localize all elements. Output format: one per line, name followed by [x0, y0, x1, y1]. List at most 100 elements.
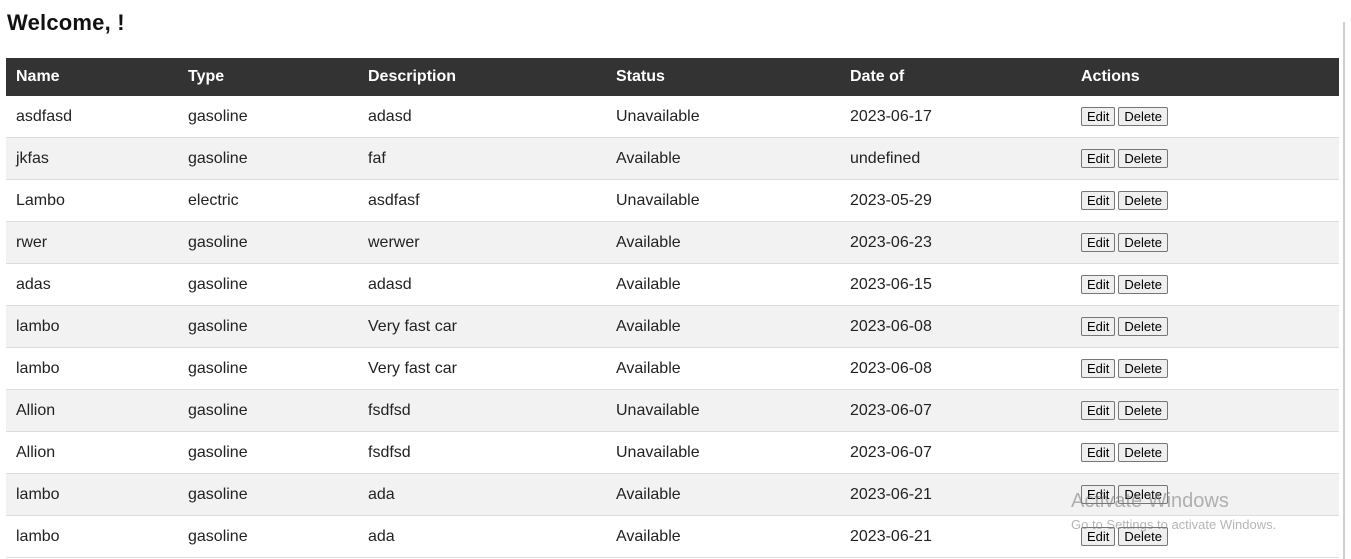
cell-date: 2023-06-07 [840, 431, 1071, 474]
page: Welcome, ! Name Type Description Status … [0, 0, 1351, 559]
column-header-name: Name [6, 58, 178, 96]
cell-status: Available [606, 137, 840, 180]
cell-type: gasoline [178, 389, 358, 432]
cell-type: gasoline [178, 515, 358, 558]
scrollbar-track[interactable] [1343, 22, 1345, 559]
cell-date: 2023-06-17 [840, 96, 1071, 138]
delete-button[interactable]: Delete [1118, 317, 1168, 336]
edit-button[interactable]: Edit [1081, 107, 1116, 126]
cell-name: Lambo [6, 179, 178, 222]
cell-status: Available [606, 221, 840, 264]
cell-date: 2023-05-29 [840, 179, 1071, 222]
edit-button[interactable]: Edit [1081, 317, 1116, 336]
cell-date: 2023-06-21 [840, 515, 1071, 558]
column-header-type: Type [178, 58, 358, 96]
table-body: asdfasd gasoline adasd Unavailable 2023-06-1… [6, 96, 1339, 558]
cell-type: gasoline [178, 305, 358, 348]
edit-button[interactable]: Edit [1081, 191, 1116, 210]
cell-description: adasd [358, 263, 606, 306]
edit-button[interactable]: Edit [1081, 149, 1116, 168]
cell-type: gasoline [178, 347, 358, 390]
edit-button[interactable]: Edit [1081, 233, 1116, 252]
cell-status: Available [606, 305, 840, 348]
column-header-date: Date of [840, 58, 1071, 96]
edit-button[interactable]: Edit [1081, 485, 1116, 504]
cell-actions: Edit Delete [1071, 515, 1339, 558]
table-row: asdfasd gasoline adasd Unavailable 2023-06-1… [6, 96, 1339, 138]
cell-name: Allion [6, 431, 178, 474]
cell-date: undefined [840, 137, 1071, 180]
cell-name: adas [6, 263, 178, 306]
table-row: Lambo electric asdfasf Unavailable 2023-05-2… [6, 179, 1339, 222]
column-header-description: Description [358, 58, 606, 96]
delete-button[interactable]: Delete [1118, 191, 1168, 210]
table-row: lambo gasoline ada Available 2023-06-21 Edit D… [6, 473, 1339, 516]
cell-description: asdfasf [358, 179, 606, 222]
table-row: jkfas gasoline faf Available undefined Edit De… [6, 137, 1339, 180]
cell-date: 2023-06-15 [840, 263, 1071, 306]
table-row: lambo gasoline ada Available 2023-06-21 Edit D… [6, 515, 1339, 558]
cell-type: gasoline [178, 96, 358, 138]
vehicle-table: Name Type Description Status Date of Act… [6, 58, 1339, 558]
delete-button[interactable]: Delete [1118, 359, 1168, 378]
cell-status: Available [606, 263, 840, 306]
vertical-scrollbar[interactable] [1339, 0, 1351, 559]
cell-status: Available [606, 515, 840, 558]
cell-description: fsdfsd [358, 431, 606, 474]
cell-name: lambo [6, 347, 178, 390]
delete-button[interactable]: Delete [1118, 485, 1168, 504]
edit-button[interactable]: Edit [1081, 275, 1116, 294]
cell-type: gasoline [178, 221, 358, 264]
cell-date: 2023-06-21 [840, 473, 1071, 516]
cell-type: gasoline [178, 137, 358, 180]
table-row: lambo gasoline Very fast car Available 2023-… [6, 347, 1339, 390]
cell-type: electric [178, 179, 358, 222]
cell-actions: Edit Delete [1071, 347, 1339, 390]
edit-button[interactable]: Edit [1081, 527, 1116, 546]
cell-name: rwer [6, 221, 178, 264]
table-row: adas gasoline adasd Available 2023-06-15 Edit… [6, 263, 1339, 306]
cell-name: Allion [6, 389, 178, 432]
cell-actions: Edit Delete [1071, 431, 1339, 474]
cell-description: Very fast car [358, 347, 606, 390]
cell-type: gasoline [178, 431, 358, 474]
delete-button[interactable]: Delete [1118, 275, 1168, 294]
cell-description: adasd [358, 96, 606, 138]
cell-name: jkfas [6, 137, 178, 180]
cell-actions: Edit Delete [1071, 179, 1339, 222]
delete-button[interactable]: Delete [1118, 149, 1168, 168]
delete-button[interactable]: Delete [1118, 107, 1168, 126]
cell-actions: Edit Delete [1071, 305, 1339, 348]
table-header-row: Name Type Description Status Date of Act… [6, 58, 1339, 96]
cell-status: Unavailable [606, 179, 840, 222]
cell-type: gasoline [178, 473, 358, 516]
cell-name: lambo [6, 305, 178, 348]
column-header-status: Status [606, 58, 840, 96]
cell-actions: Edit Delete [1071, 473, 1339, 516]
cell-name: asdfasd [6, 96, 178, 138]
cell-actions: Edit Delete [1071, 137, 1339, 180]
table-row: lambo gasoline Very fast car Available 2023-… [6, 305, 1339, 348]
delete-button[interactable]: Delete [1118, 401, 1168, 420]
cell-actions: Edit Delete [1071, 96, 1339, 138]
cell-actions: Edit Delete [1071, 221, 1339, 264]
edit-button[interactable]: Edit [1081, 443, 1116, 462]
cell-date: 2023-06-08 [840, 305, 1071, 348]
edit-button[interactable]: Edit [1081, 359, 1116, 378]
cell-description: Very fast car [358, 305, 606, 348]
cell-status: Unavailable [606, 389, 840, 432]
cell-date: 2023-06-23 [840, 221, 1071, 264]
table-row: Allion gasoline fsdfsd Unavailable 2023-06-0… [6, 389, 1339, 432]
cell-status: Unavailable [606, 431, 840, 474]
cell-status: Available [606, 347, 840, 390]
cell-description: fsdfsd [358, 389, 606, 432]
edit-button[interactable]: Edit [1081, 401, 1116, 420]
delete-button[interactable]: Delete [1118, 527, 1168, 546]
cell-date: 2023-06-07 [840, 389, 1071, 432]
column-header-actions: Actions [1071, 58, 1339, 96]
delete-button[interactable]: Delete [1118, 233, 1168, 252]
cell-actions: Edit Delete [1071, 263, 1339, 306]
delete-button[interactable]: Delete [1118, 443, 1168, 462]
cell-date: 2023-06-08 [840, 347, 1071, 390]
cell-actions: Edit Delete [1071, 389, 1339, 432]
